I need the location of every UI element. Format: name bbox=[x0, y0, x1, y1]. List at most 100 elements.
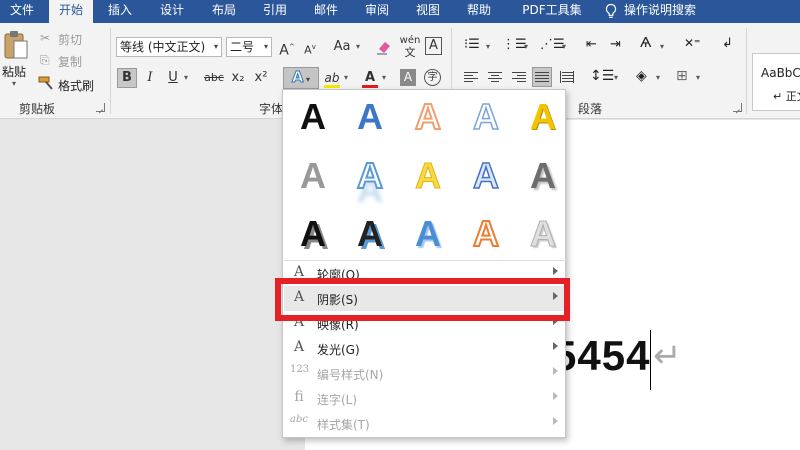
tab-design[interactable]: 设计 bbox=[152, 0, 192, 23]
clipboard-launcher-icon[interactable] bbox=[96, 103, 105, 112]
borders-icon[interactable]: ⊞ bbox=[676, 68, 688, 84]
text-effect-swatch[interactable]: A bbox=[405, 153, 451, 199]
group-separator bbox=[110, 28, 111, 114]
text-effect-swatch[interactable]: A bbox=[290, 94, 336, 140]
superscript-button[interactable]: x² bbox=[251, 68, 271, 88]
text-effect-swatch[interactable]: A bbox=[463, 211, 509, 257]
character-border-button[interactable]: A bbox=[425, 37, 442, 55]
text-effect-swatch[interactable]: A bbox=[347, 94, 393, 140]
paragraph-group-label: 段落 bbox=[578, 102, 603, 116]
italic-button[interactable]: I bbox=[140, 68, 160, 88]
multilevel-list-dropdown-arrow[interactable]: ▾ bbox=[562, 42, 566, 51]
tab-pdf-tools[interactable]: PDF工具集 bbox=[510, 0, 594, 23]
tab-home[interactable]: 开始 bbox=[49, 0, 93, 23]
paste-icon[interactable] bbox=[3, 30, 29, 60]
font-color-icon: A bbox=[364, 70, 376, 85]
group-separator bbox=[746, 28, 747, 114]
numbering-dropdown-arrow[interactable]: ▾ bbox=[524, 42, 528, 51]
tell-me-search[interactable]: 操作说明搜索 bbox=[624, 0, 708, 23]
highlight-dropdown-arrow[interactable]: ▾ bbox=[344, 73, 348, 82]
character-shading-button[interactable]: A bbox=[400, 69, 416, 86]
align-left-icon[interactable] bbox=[464, 72, 478, 84]
font-color-dropdown-arrow[interactable]: ▾ bbox=[382, 73, 386, 82]
text-effects-icon: A bbox=[291, 68, 304, 87]
strikethrough-button[interactable]: abc bbox=[202, 68, 226, 88]
tab-layout[interactable]: 布局 bbox=[204, 0, 244, 23]
multilevel-list-icon[interactable]: ⋰☰ bbox=[540, 37, 565, 52]
menu-item-ligatures[interactable]: fi 连字(L) bbox=[284, 386, 566, 411]
menu-item-label: 编号样式(N) bbox=[317, 368, 384, 382]
menu-item-glow[interactable]: A 发光(G) bbox=[284, 336, 566, 361]
copy-icon: ⎘ bbox=[40, 53, 50, 67]
glow-icon: A bbox=[293, 339, 305, 355]
tab-references[interactable]: 引用 bbox=[255, 0, 295, 23]
shrink-font-button[interactable]: Av bbox=[300, 37, 320, 57]
paragraph-launcher-icon[interactable] bbox=[733, 103, 742, 112]
tab-insert[interactable]: 插入 bbox=[100, 0, 140, 23]
numbering-icon[interactable]: ⋮☰ bbox=[502, 37, 527, 52]
justify-button[interactable] bbox=[532, 67, 552, 87]
text-effect-swatch[interactable]: A bbox=[463, 153, 509, 199]
subscript-button[interactable]: x₂ bbox=[228, 68, 248, 88]
line-spacing-dropdown-arrow[interactable]: ▾ bbox=[614, 73, 618, 82]
document-text[interactable]: 5454 bbox=[553, 332, 650, 380]
copy-button[interactable]: 复制 bbox=[58, 53, 82, 70]
text-effect-swatch[interactable]: A bbox=[463, 94, 509, 140]
text-effect-swatch[interactable]: A bbox=[520, 94, 566, 140]
font-color-button[interactable]: A bbox=[360, 68, 380, 88]
font-size-combo[interactable]: 二号 ▾ bbox=[226, 37, 272, 57]
bold-button[interactable]: B bbox=[117, 68, 137, 88]
text-effect-swatch[interactable]: A bbox=[520, 211, 566, 257]
text-effect-swatch[interactable]: A bbox=[405, 211, 451, 257]
paste-dropdown-arrow[interactable]: ▾ bbox=[12, 79, 16, 88]
text-effect-swatch[interactable]: A bbox=[520, 153, 566, 199]
asian-layout-dropdown-arrow[interactable]: ▾ bbox=[660, 42, 664, 51]
annotation-highlight-box bbox=[275, 278, 570, 321]
text-effect-swatch[interactable]: A bbox=[347, 211, 393, 257]
style-normal-card[interactable]: AaBbC ↵ 正文 bbox=[752, 53, 800, 111]
underline-dropdown-arrow[interactable]: ▾ bbox=[184, 73, 188, 82]
menu-item-stylistic-sets[interactable]: abc 样式集(T) bbox=[284, 411, 566, 436]
tab-file[interactable]: 文件 bbox=[0, 0, 44, 23]
font-name-combo[interactable]: 等线 (中文正文) ▾ bbox=[116, 37, 222, 57]
submenu-arrow-icon bbox=[553, 367, 558, 375]
tab-help[interactable]: 帮助 bbox=[459, 0, 499, 23]
style-sample-text: AaBbC bbox=[761, 66, 800, 80]
tab-view[interactable]: 视图 bbox=[408, 0, 448, 23]
text-effects-button[interactable]: A ▾ bbox=[283, 67, 319, 89]
text-effect-swatch[interactable]: A bbox=[290, 211, 336, 257]
align-center-icon[interactable] bbox=[488, 72, 502, 84]
decrease-indent-icon[interactable]: ⇤ bbox=[586, 37, 597, 52]
bullets-dropdown-arrow[interactable]: ▾ bbox=[486, 42, 490, 51]
menu-item-number-styles[interactable]: 123 编号样式(N) bbox=[284, 361, 566, 386]
format-painter-button[interactable]: 格式刷 bbox=[58, 77, 94, 94]
chinese-layout-icon[interactable]: ✕⁼ bbox=[684, 36, 700, 50]
distributed-align-icon[interactable] bbox=[560, 71, 574, 83]
underline-button[interactable]: U bbox=[163, 68, 183, 88]
align-right-icon[interactable] bbox=[512, 72, 526, 84]
borders-dropdown-arrow[interactable]: ▾ bbox=[696, 73, 700, 82]
increase-indent-icon[interactable]: ⇥ bbox=[610, 37, 621, 52]
clear-formatting-icon[interactable] bbox=[375, 39, 393, 55]
justify-icon bbox=[535, 72, 549, 84]
text-effect-swatch[interactable]: A bbox=[347, 153, 393, 199]
paragraph-shading-icon[interactable]: ◈ bbox=[636, 68, 647, 84]
enclose-characters-button[interactable]: 字 bbox=[424, 69, 441, 86]
shading-dropdown-arrow[interactable]: ▾ bbox=[656, 73, 660, 82]
style-name-text: ↵ 正文 bbox=[773, 90, 800, 103]
asian-layout-icon[interactable]: Ѧ bbox=[640, 36, 651, 51]
phonetic-guide-button[interactable]: wén 文 bbox=[398, 35, 422, 59]
grow-font-button[interactable]: A^ bbox=[277, 37, 297, 59]
cut-button[interactable]: 剪切 bbox=[58, 31, 82, 48]
text-effect-swatch[interactable]: A bbox=[290, 153, 336, 199]
change-case-dropdown-arrow[interactable]: ▾ bbox=[356, 42, 360, 51]
tab-mailings[interactable]: 邮件 bbox=[306, 0, 346, 23]
line-spacing-icon[interactable]: ↕☰ bbox=[590, 68, 614, 84]
show-formatting-marks-icon[interactable]: ↲ bbox=[722, 36, 733, 51]
change-case-button[interactable]: Aa bbox=[330, 37, 354, 57]
paste-label[interactable]: 粘贴 bbox=[2, 63, 26, 80]
highlight-color-button[interactable]: ab bbox=[322, 68, 342, 88]
bullets-icon[interactable]: ⁝☰ bbox=[464, 37, 480, 52]
text-effect-swatch[interactable]: A bbox=[405, 94, 451, 140]
tab-review[interactable]: 审阅 bbox=[357, 0, 397, 23]
